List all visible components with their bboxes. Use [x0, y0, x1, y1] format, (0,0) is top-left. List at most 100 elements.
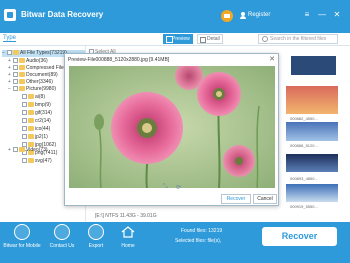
user-icon: [240, 12, 246, 19]
folder-icon: [19, 65, 25, 71]
checkbox[interactable]: [13, 147, 18, 153]
found-files: Found files: 13219: [181, 228, 223, 234]
checkbox[interactable]: [13, 58, 18, 64]
thumbnail-label: 000893_4850...: [290, 176, 318, 181]
rotate-icon[interactable]: ⟳: [176, 184, 181, 191]
checkbox[interactable]: [13, 65, 18, 71]
tree-item-ico[interactable]: ico(44): [22, 126, 50, 133]
folder-icon: [28, 118, 34, 124]
bottom-bar: Bitwar for Mobile Contact Us Export Home…: [0, 222, 350, 263]
checkbox[interactable]: [13, 72, 18, 78]
tree-item-gif[interactable]: gif(314): [22, 110, 52, 117]
thumbnail[interactable]: [286, 86, 338, 114]
preview-dialog-title: Preview-File000888_5120x2880.jpg [9.41MB…: [68, 57, 170, 63]
drive-info: [E:\] NTFS 11.43G - 39.01G: [95, 213, 157, 219]
thumbnail[interactable]: [291, 56, 336, 75]
minimize-button[interactable]: —: [317, 10, 327, 20]
thumbnail-label: 000888_5120...: [290, 143, 318, 148]
folder-icon: [19, 86, 25, 92]
checkbox[interactable]: [22, 94, 27, 100]
checkbox[interactable]: [22, 158, 27, 164]
tree-item-label: Compressed File: [26, 65, 64, 71]
checkbox[interactable]: [22, 118, 27, 124]
title-bar: Bitwar Data Recovery Register ≡ — ✕: [0, 0, 350, 33]
menu-icon[interactable]: ≡: [302, 10, 312, 20]
app-title: Bitwar Data Recovery: [21, 10, 104, 19]
thumbnail[interactable]: [286, 154, 338, 172]
search-input[interactable]: Search in the filtered files: [258, 34, 338, 44]
checkbox[interactable]: [13, 86, 18, 92]
home-button[interactable]: Home: [108, 224, 148, 249]
preview-cancel-button[interactable]: Cancel: [253, 194, 277, 204]
tree-item-label: jp2(1): [35, 134, 48, 140]
folder-icon: [28, 158, 34, 164]
close-button[interactable]: ✕: [332, 10, 342, 20]
contact-icon: [54, 224, 70, 240]
tree-item-label: bmp(9): [35, 102, 51, 108]
preview-recover-button[interactable]: Recover: [221, 194, 251, 204]
tree-item-label: All File Types(73219): [20, 50, 67, 56]
preview-image: [69, 66, 275, 188]
tree-item-document[interactable]: + Document(89): [8, 72, 58, 79]
poppy-flowers-image: [69, 66, 275, 188]
checkbox[interactable]: [13, 79, 18, 85]
recover-button[interactable]: Recover: [262, 227, 337, 246]
folder-icon: [19, 147, 25, 153]
checkbox[interactable]: [7, 50, 12, 56]
home-icon: [120, 224, 136, 240]
tree-item-label: Picture(9980): [26, 86, 57, 92]
tree-item-label: cr2(14): [35, 118, 51, 124]
tree-item-label: Video(73): [26, 147, 48, 153]
phone-icon: [14, 224, 30, 240]
folder-icon: [28, 126, 34, 132]
checkbox[interactable]: [22, 126, 27, 132]
tree-item-label: ai(8): [35, 94, 46, 100]
folder-icon: [13, 50, 19, 56]
folder-icon: [19, 72, 25, 78]
thumbnail[interactable]: [286, 122, 338, 141]
tree-item-label: gif(314): [35, 110, 52, 116]
selected-files: Selected files: file(s),: [175, 238, 222, 244]
detail-view-button[interactable]: Detail: [197, 34, 223, 44]
thumbnail-label: 000882_4550...: [290, 116, 318, 121]
folder-icon: [28, 110, 34, 116]
tree-item-label: Other(3346): [26, 79, 53, 85]
close-icon[interactable]: ✕: [269, 55, 275, 63]
tree-item-jp2[interactable]: jp2(1): [22, 134, 48, 141]
tree-item-label: Audio(36): [26, 58, 48, 64]
tree-item-audio[interactable]: + Audio(36): [8, 58, 48, 65]
tab-type[interactable]: Type: [3, 35, 17, 42]
app-logo-icon: [4, 9, 16, 21]
export-icon: [88, 224, 104, 240]
checkbox[interactable]: [22, 134, 27, 140]
upgrade-crown-icon[interactable]: [221, 10, 233, 22]
folder-icon: [28, 102, 34, 108]
tree-item-label: Document(89): [26, 72, 58, 78]
preview-dialog: Preview-File000888_5120x2880.jpg [9.41MB…: [64, 53, 279, 206]
tree-item-bmp[interactable]: bmp(9): [22, 102, 51, 109]
register-link[interactable]: Register: [248, 12, 270, 18]
bottom-item-label: Home: [121, 243, 135, 249]
bitwar-for-mobile-button[interactable]: Bitwar for Mobile: [2, 224, 42, 249]
folder-icon: [19, 79, 25, 85]
toolbar: Type Preview Detail Search in the filter…: [0, 33, 350, 46]
tree-item-cr2[interactable]: cr2(14): [22, 118, 51, 125]
app-window: Bitwar Data Recovery Register ≡ — ✕ Type…: [0, 0, 350, 263]
thumbnail[interactable]: [286, 184, 338, 202]
tree-item-video[interactable]: + Video(73): [8, 147, 48, 154]
fit-screen-icon[interactable]: ⤡: [163, 184, 168, 191]
tree-item-other[interactable]: + Other(3346): [8, 79, 53, 86]
folder-icon: [28, 134, 34, 140]
folder-icon: [28, 94, 34, 100]
folder-icon: [19, 58, 25, 64]
thumbnail-label: 000919_5550...: [290, 204, 318, 209]
tree-item-svg[interactable]: svg(47): [22, 158, 52, 165]
tree-item-picture[interactable]: – Picture(9980): [8, 86, 56, 93]
bottom-item-label: Bitwar for Mobile: [3, 243, 41, 249]
preview-view-button[interactable]: Preview: [163, 34, 193, 44]
checkbox[interactable]: [22, 102, 27, 108]
tree-item-compressed-file[interactable]: + Compressed File: [8, 65, 64, 72]
checkbox[interactable]: [22, 110, 27, 116]
tree-item-ai[interactable]: ai(8): [22, 94, 45, 101]
tree-item-label: ico(44): [35, 126, 51, 132]
